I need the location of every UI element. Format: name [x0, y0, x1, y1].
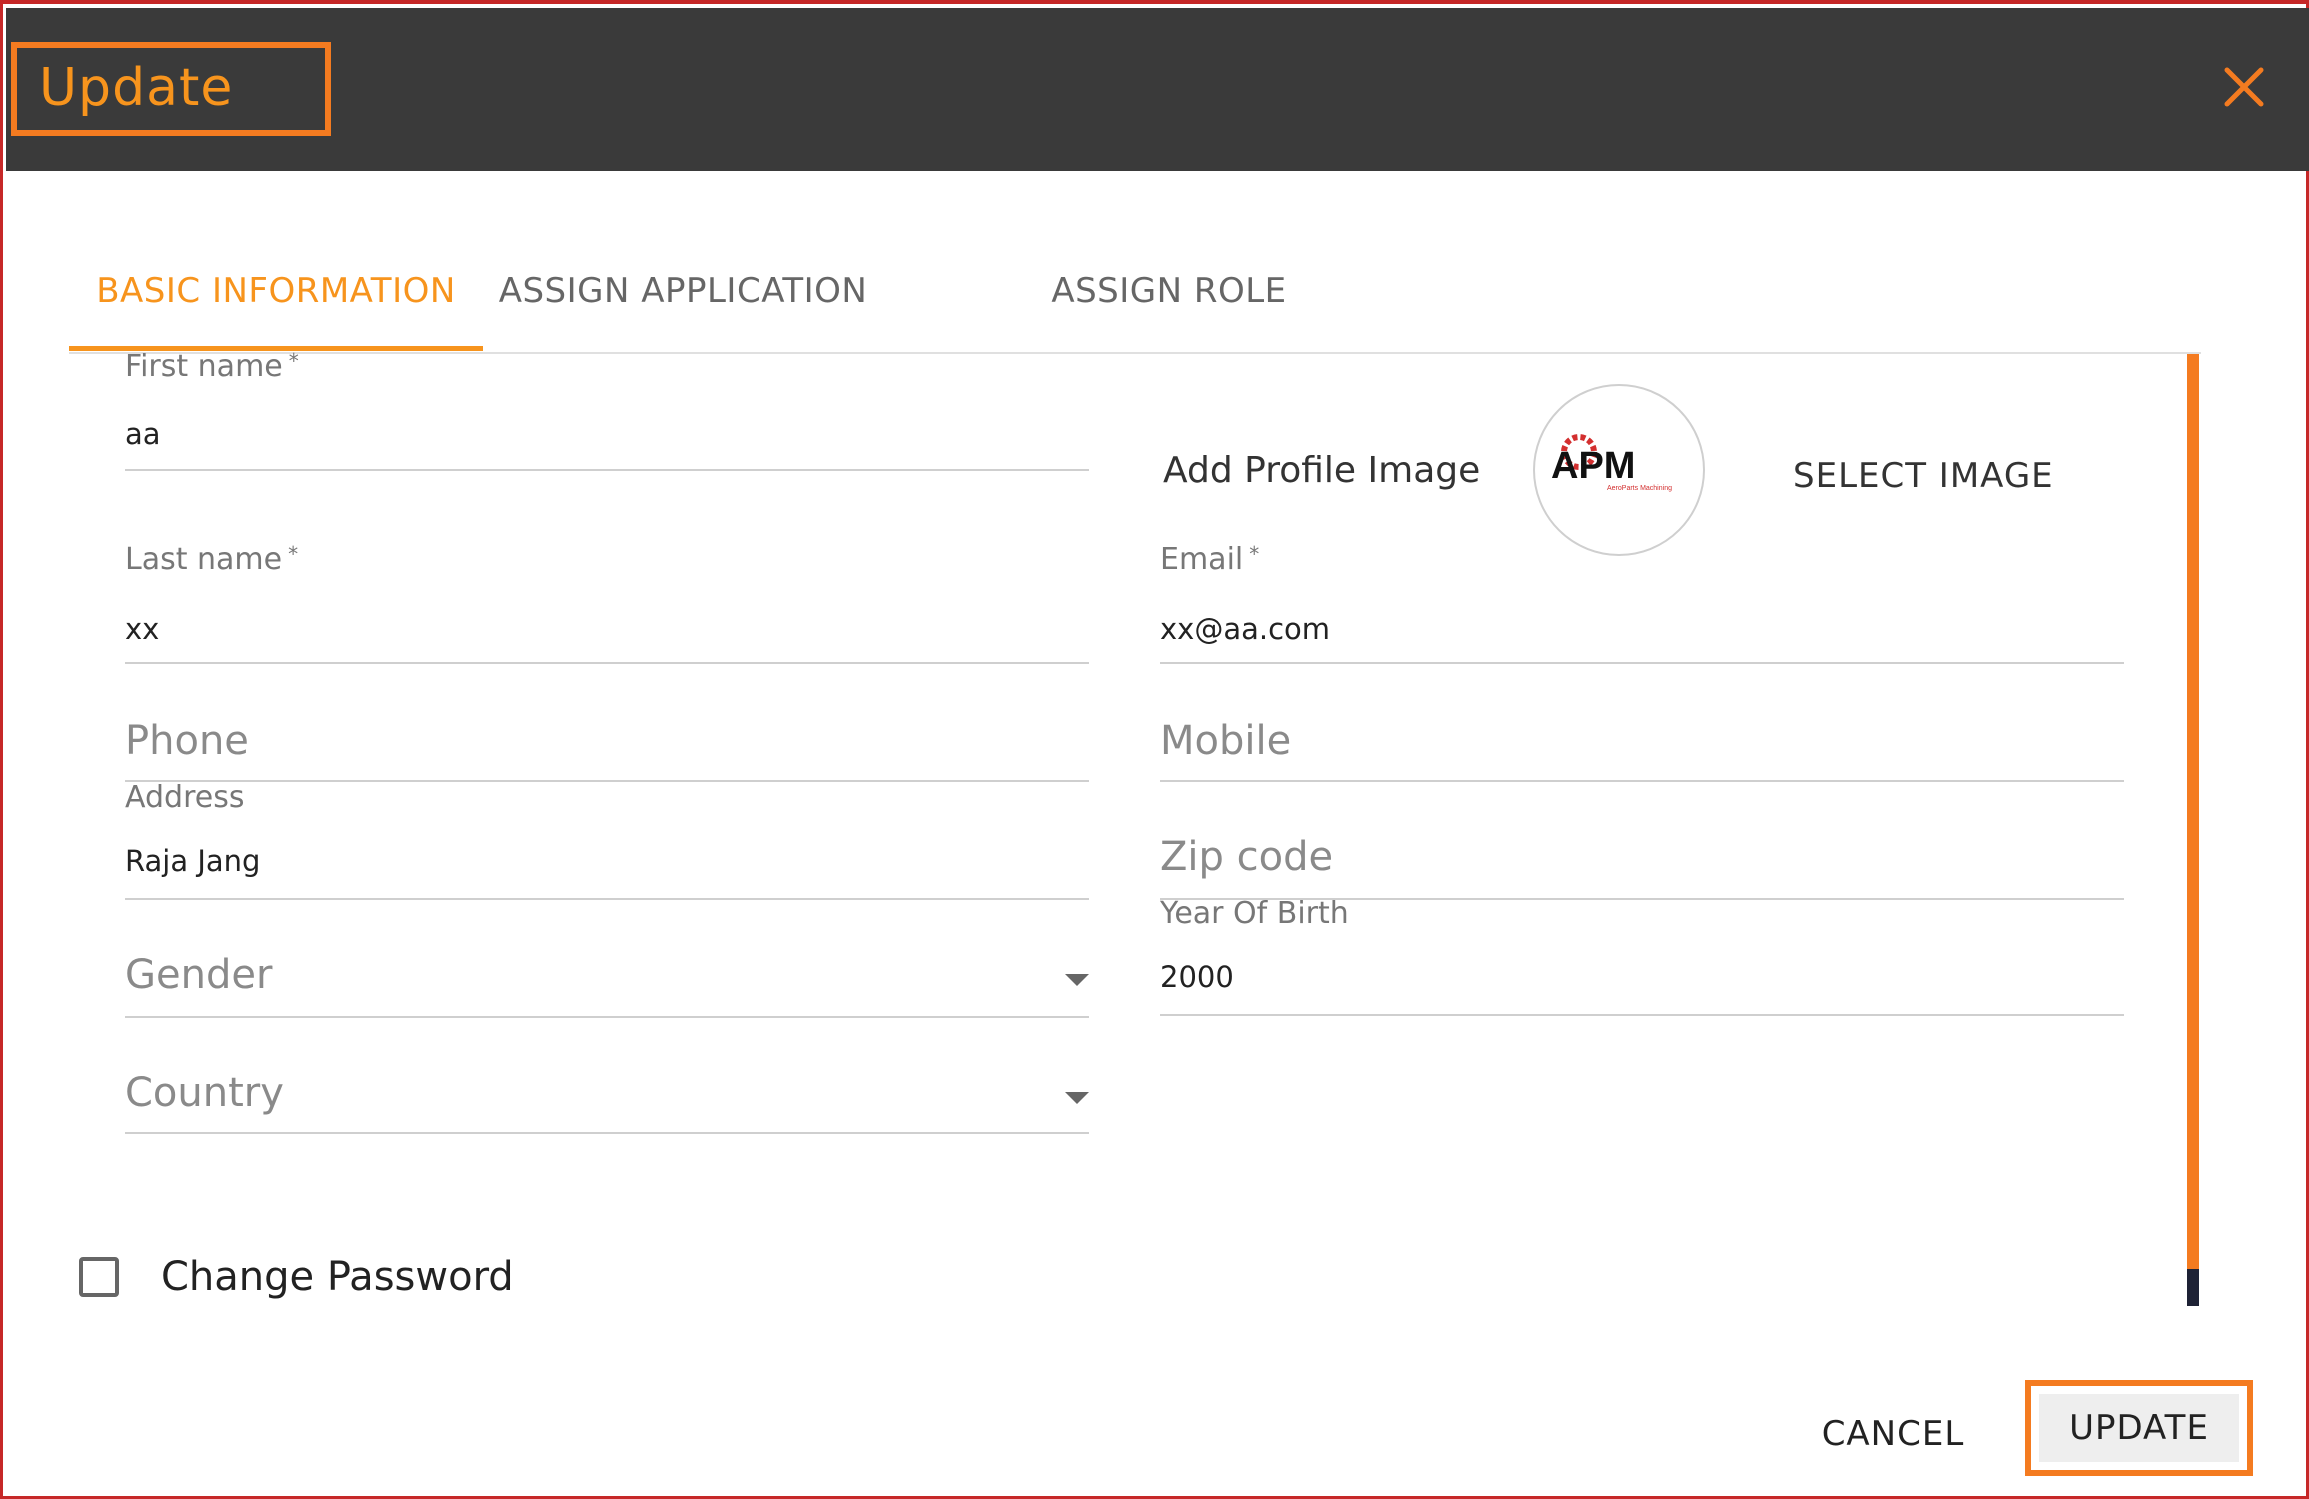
phone-placeholder: Phone — [125, 718, 249, 764]
year-of-birth-value: 2000 — [1160, 960, 1234, 994]
address-label: Address — [125, 780, 245, 815]
tab-assign-application[interactable]: ASSIGN APPLICATION — [483, 254, 883, 350]
required-marker: * — [288, 349, 299, 373]
apm-logo: APM AeroParts Machining — [1551, 434, 1672, 492]
change-password-checkbox[interactable] — [79, 1257, 119, 1297]
close-icon[interactable] — [2221, 64, 2267, 110]
change-password-label[interactable]: Change Password — [161, 1254, 514, 1300]
mobile-placeholder: Mobile — [1160, 718, 1292, 764]
year-of-birth-label: Year Of Birth — [1160, 896, 1349, 931]
last-name-label: Last name — [125, 542, 283, 577]
mobile-field[interactable]: Mobile — [1160, 704, 2124, 782]
tab-bar: BASIC INFORMATION ASSIGN APPLICATION ASS… — [69, 254, 2201, 354]
add-profile-image-label: Add Profile Image — [1163, 450, 1481, 491]
update-dialog: Update BASIC INFORMATION ASSIGN APPLICAT… — [0, 0, 2309, 1499]
update-button[interactable]: UPDATE — [2039, 1394, 2239, 1462]
tab-basic-information[interactable]: BASIC INFORMATION — [69, 254, 483, 350]
address-field[interactable]: Address Raja Jang — [125, 780, 1089, 900]
last-name-value: xx — [125, 612, 160, 646]
country-select[interactable]: Country — [125, 1062, 1089, 1134]
chevron-down-icon — [1065, 1092, 1089, 1104]
select-image-button[interactable]: SELECT IMAGE — [1793, 456, 2054, 496]
zip-code-placeholder: Zip code — [1160, 834, 1334, 880]
avatar: APM AeroParts Machining — [1533, 384, 1705, 556]
first-name-value: aa — [125, 417, 161, 451]
svg-text:AeroParts Machining: AeroParts Machining — [1607, 485, 1672, 492]
gender-select[interactable]: Gender — [125, 944, 1089, 1018]
scrollbar-thumb[interactable] — [2187, 1269, 2199, 1306]
tab-assign-role[interactable]: ASSIGN ROLE — [949, 254, 1389, 350]
gender-placeholder: Gender — [125, 952, 273, 998]
svg-text:APM: APM — [1551, 445, 1635, 487]
required-marker: * — [1249, 542, 1260, 566]
address-value: Raja Jang — [125, 844, 261, 878]
phone-field[interactable]: Phone — [125, 704, 1089, 782]
country-placeholder: Country — [125, 1070, 284, 1116]
chevron-down-icon — [1065, 974, 1089, 986]
email-field[interactable]: Email * xx@aa.com — [1160, 542, 2124, 664]
email-label: Email — [1160, 542, 1244, 577]
cancel-button[interactable]: CANCEL — [1803, 1404, 1983, 1464]
first-name-label: First name — [125, 349, 283, 384]
first-name-field[interactable]: First name * aa — [125, 349, 1089, 471]
dialog-title: Update — [39, 58, 234, 118]
email-value: xx@aa.com — [1160, 612, 1331, 646]
dialog-header — [6, 8, 2309, 171]
year-of-birth-field[interactable]: Year Of Birth 2000 — [1160, 896, 2124, 1016]
scrollbar-track[interactable] — [2187, 354, 2199, 1306]
zip-code-field[interactable]: Zip code — [1160, 824, 2124, 900]
last-name-field[interactable]: Last name * xx — [125, 542, 1089, 664]
required-marker: * — [288, 542, 299, 566]
